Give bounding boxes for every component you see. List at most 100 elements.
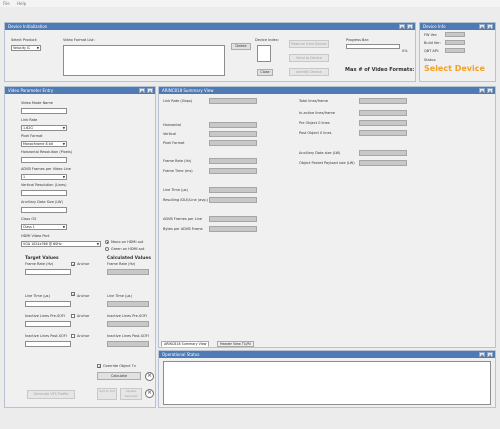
clear-calc-icon[interactable]: × — [145, 372, 154, 381]
inactive-post-anchor-checkbox[interactable] — [71, 334, 75, 338]
send-button[interactable]: Send to Device — [289, 54, 329, 62]
chevron-down-icon: ▼ — [36, 46, 39, 50]
summary-field-label: Resulting IDLE/Line (avg.) — [163, 198, 209, 202]
status-label: Status: — [424, 58, 437, 62]
fw-value — [445, 32, 465, 37]
inactive-pre-anchor-label: Anchor — [77, 314, 90, 318]
target-line-time-label: Line Time (µs) — [25, 294, 50, 298]
target-frame-rate-label: Frame Rate (Hz) — [25, 262, 54, 266]
op-status-log[interactable] — [163, 361, 491, 405]
summary-field-value — [209, 168, 257, 174]
tab-summary-view[interactable]: ARINC818 Summary View — [161, 341, 210, 347]
calc-values-title: Calculated Values — [107, 256, 151, 261]
lanes-value: 1 — [23, 175, 26, 179]
build-label: Build Ver: — [424, 41, 441, 45]
summary-field-value — [209, 158, 257, 164]
close-button[interactable]: Close — [257, 69, 273, 76]
video-format-list-label: Video Format List: — [63, 38, 95, 42]
calc-line-time-value — [107, 301, 149, 307]
calc-inactive-pre-label: Inactive Lines Pre-SOFI — [107, 314, 148, 318]
inactive-pre-anchor-checkbox[interactable] — [71, 314, 75, 318]
video-param-titlebar: Video Parameter Entry — [5, 87, 155, 94]
device-init-title: Device Initialization — [8, 24, 48, 29]
op-status-panel: Operational Status ⊕ × — [158, 350, 496, 408]
close-icon[interactable]: × — [487, 88, 493, 94]
pin-icon[interactable]: ⊕ — [399, 24, 405, 30]
frame-rate-anchor-checkbox[interactable]: ✓ — [71, 262, 75, 267]
clear-list-icon[interactable]: × — [145, 389, 154, 398]
pin-icon[interactable]: ⊕ — [479, 352, 485, 358]
summary-titlebar: ARINC818 Summary View — [159, 87, 495, 94]
build-value — [445, 40, 465, 45]
video-param-panel: Video Parameter Entry ⊕ × Video Mode Nam… — [4, 86, 156, 408]
ancillary-input[interactable] — [21, 207, 67, 213]
line-time-anchor-checkbox[interactable]: ✓ — [71, 292, 75, 297]
green-hdmi-radio[interactable] — [105, 247, 109, 251]
reserve-button[interactable]: Reserve from Device — [289, 40, 329, 48]
pixel-format-dropdown[interactable]: Monochrome 8 bit ▼ — [21, 141, 67, 147]
close-icon[interactable]: × — [147, 88, 153, 94]
generate-vfs-button[interactable]: Generate VFS Profile — [27, 390, 75, 399]
calc-inactive-post-label: Inactive Lines Post-SOFI — [107, 334, 149, 338]
calc-frame-rate-label: Frame Rate (Hz) — [107, 262, 136, 266]
progress-bar — [346, 44, 400, 49]
summary-field-label: In-active lines/frame — [299, 111, 335, 115]
class-dropdown[interactable]: Class 1 ▼ — [21, 224, 67, 230]
qbt-value — [445, 48, 465, 53]
device-index-list[interactable] — [257, 45, 271, 62]
hdmi-port-dropdown[interactable]: VGA 1024x768 @ 60Hz ▼ — [21, 241, 101, 247]
device-init-panel: Device Initialization ⊕ × Select Product… — [4, 22, 416, 82]
mode-name-label: Video Mode Name — [21, 101, 53, 105]
identify-button[interactable]: Identify Device — [289, 68, 329, 76]
summary-field-value — [209, 197, 257, 203]
fw-label: FW Ver: — [424, 33, 438, 37]
summary-field-value — [209, 187, 257, 193]
pixel-format-value: Monochrome 8 bit — [23, 142, 53, 146]
tab-header-view[interactable]: Header View TU/RI — [217, 341, 254, 347]
close-icon[interactable]: × — [487, 352, 493, 358]
summary-field-value — [359, 150, 407, 156]
op-status-title: Operational Status — [162, 352, 200, 357]
select-product-label: Select Product: — [11, 38, 38, 42]
video-format-list[interactable] — [63, 45, 225, 76]
mono-hdmi-radio[interactable] — [105, 240, 109, 244]
pin-icon[interactable]: ⊕ — [479, 24, 485, 30]
frame-rate-anchor-label: Anchor — [77, 262, 90, 266]
hres-input[interactable] — [21, 157, 67, 163]
select-product-dropdown[interactable]: Velocity IC ▼ — [11, 45, 41, 51]
close-icon[interactable]: × — [407, 24, 413, 30]
calculate-button[interactable]: Calculate — [97, 372, 141, 380]
calc-inactive-post-value — [107, 341, 149, 347]
summary-field-label: Horizontal — [163, 123, 181, 127]
pin-icon[interactable]: ⊕ — [479, 88, 485, 94]
target-inactive-pre-label: Inactive Lines Pre-SOFI — [25, 314, 66, 318]
summary-field-value — [359, 110, 407, 116]
menu-file[interactable]: File — [3, 1, 10, 6]
pixel-format-label: Pixel Format — [21, 134, 43, 138]
summary-field-value — [209, 131, 257, 137]
update-selected-button[interactable]: Update Selected — [120, 388, 142, 400]
menu-help[interactable]: Help — [17, 1, 26, 6]
calc-line-time-label: Line Time (µs) — [107, 294, 132, 298]
device-info-title: Device Info — [423, 24, 446, 29]
override-object-checkbox[interactable]: ✓ — [97, 364, 101, 369]
pin-icon[interactable]: ⊕ — [139, 88, 145, 94]
summary-field-label: Ancillary Data size (LW) — [299, 151, 341, 155]
hdmi-port-value: VGA 1024x768 @ 60Hz — [23, 242, 62, 246]
summary-field-value — [209, 226, 257, 232]
vres-input[interactable] — [21, 190, 67, 196]
target-line-time-input[interactable] — [25, 301, 71, 307]
summary-field-label: ADVB Frames per Line — [163, 217, 202, 221]
summary-panel: ARINC818 Summary View ⊕ × Link Rate (Gbp… — [158, 86, 496, 348]
target-frame-rate-input[interactable] — [25, 269, 71, 275]
add-list-button[interactable]: Add to List — [97, 388, 117, 400]
target-inactive-post-input[interactable] — [25, 341, 71, 347]
progress-label: Progress Bar: — [346, 38, 370, 42]
delete-button[interactable]: Delete — [231, 43, 251, 50]
link-rate-dropdown[interactable]: 1.62G ▼ — [21, 125, 67, 131]
close-icon[interactable]: × — [487, 24, 493, 30]
lanes-dropdown[interactable]: 1 ▼ — [21, 174, 67, 180]
target-inactive-pre-input[interactable] — [25, 321, 71, 327]
chevron-down-icon: ▼ — [62, 126, 65, 130]
mode-name-input[interactable] — [21, 108, 67, 114]
